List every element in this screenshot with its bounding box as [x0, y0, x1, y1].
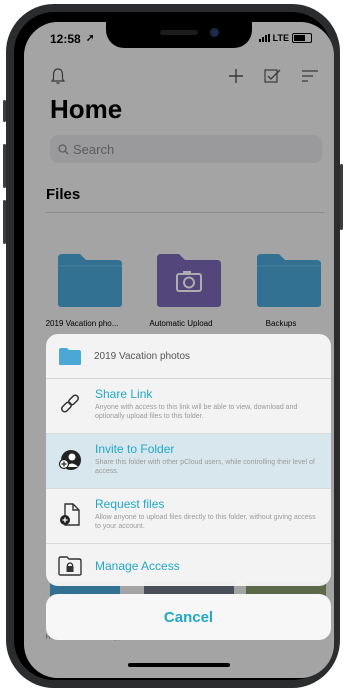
- option-label: Request files: [95, 497, 165, 511]
- invite-user-icon: [58, 450, 81, 470]
- action-sheet-header: 2019 Vacation photos: [46, 334, 331, 379]
- home-indicator: [128, 663, 230, 667]
- invite-to-folder-option[interactable]: Invite to Folder Share this folder with …: [46, 434, 331, 489]
- speaker: [160, 30, 198, 35]
- action-sheet: 2019 Vacation photos Share Link Anyone w…: [46, 334, 331, 586]
- option-description: Allow anyone to upload files directly to…: [95, 514, 316, 530]
- option-label: Invite to Folder: [95, 442, 175, 456]
- front-camera: [210, 28, 219, 37]
- volume-up-button: [3, 144, 6, 188]
- action-sheet-title: 2019 Vacation photos: [94, 350, 191, 362]
- power-button: [340, 164, 343, 230]
- option-label: Manage Access: [95, 559, 180, 573]
- option-description: Anyone with access to this link will be …: [95, 404, 298, 420]
- volume-down-button: [3, 200, 6, 244]
- cancel-button[interactable]: Cancel: [46, 594, 331, 640]
- mute-switch: [3, 100, 6, 122]
- folder-icon: [59, 347, 81, 365]
- option-description: Share this folder with other pCloud user…: [95, 459, 315, 475]
- request-files-option[interactable]: Request files Allow anyone to upload fil…: [46, 489, 331, 544]
- screen: 12:58 ➚ LTE Home Search Files 2019 Vacat…: [24, 22, 334, 678]
- folder-lock-icon: [58, 556, 82, 576]
- link-icon: [60, 394, 80, 413]
- manage-access-option[interactable]: Manage Access: [46, 544, 331, 586]
- request-file-icon: [60, 503, 80, 526]
- option-label: Share Link: [95, 387, 153, 401]
- phone-frame: 12:58 ➚ LTE Home Search Files 2019 Vacat…: [3, 4, 343, 688]
- share-link-option[interactable]: Share Link Anyone with access to this li…: [46, 379, 331, 434]
- notch: [106, 22, 252, 48]
